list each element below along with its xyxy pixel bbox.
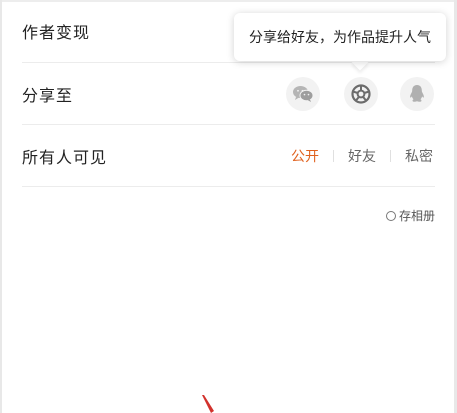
share-tooltip: 分享给好友，为作品提升人气 [234, 13, 446, 61]
visibility-options: 公开 好友 私密 [289, 146, 435, 166]
save-album-label: 存相册 [398, 209, 435, 223]
visibility-label: 所有人可见 [22, 148, 108, 167]
qq-icon [410, 85, 424, 102]
moments-icon [351, 84, 371, 104]
visibility-option-friends[interactable]: 好友 [346, 146, 378, 166]
separator [333, 150, 334, 162]
tooltip-text: 分享给好友，为作品提升人气 [249, 30, 431, 46]
visibility-row: 所有人可见 公开 好友 私密 [0, 125, 457, 187]
divider [22, 186, 435, 187]
save-album-toggle[interactable]: 存相册 [385, 207, 435, 224]
share-qq-button[interactable] [400, 77, 434, 111]
annotation-arrow-icon [202, 395, 214, 413]
visibility-option-private[interactable]: 私密 [403, 146, 435, 166]
share-wechat-button[interactable] [286, 77, 320, 111]
share-moments-button[interactable] [344, 77, 378, 111]
separator [390, 150, 391, 162]
share-label: 分享至 [22, 86, 74, 105]
save-album-radio[interactable] [385, 210, 396, 221]
share-row: 分享至 [0, 63, 457, 125]
monetize-label: 作者变现 [22, 23, 91, 42]
wechat-icon [293, 86, 314, 102]
visibility-option-public[interactable]: 公开 [289, 146, 321, 166]
